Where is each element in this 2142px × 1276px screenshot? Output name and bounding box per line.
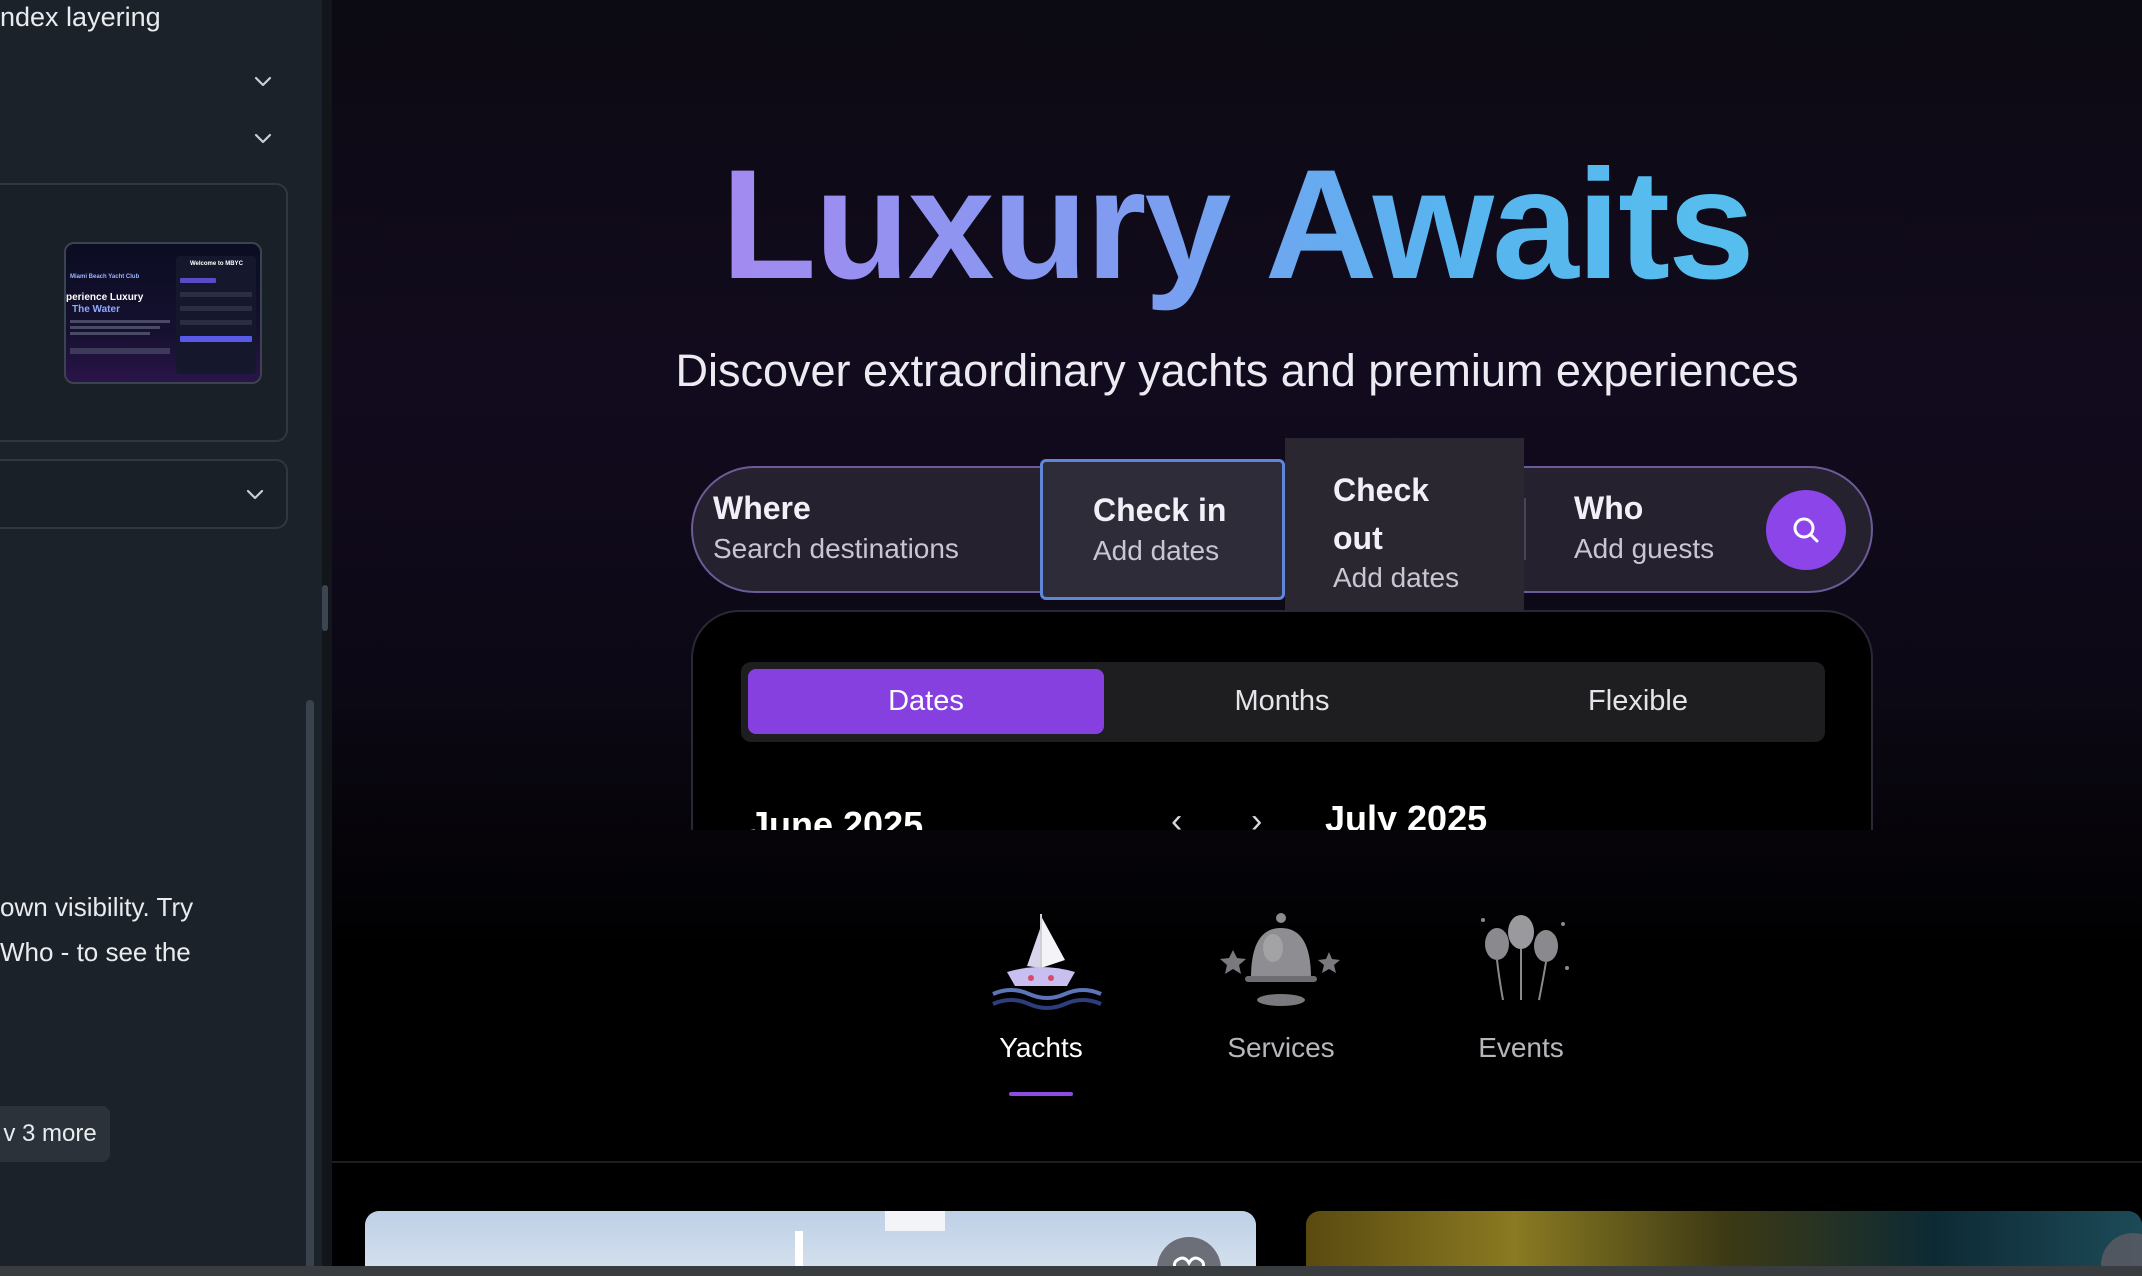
resize-handle[interactable] (322, 585, 328, 631)
sidebar-select[interactable] (0, 459, 288, 529)
month-title-right: July 2025 (1325, 798, 1488, 830)
service-bell-icon (1211, 908, 1351, 1018)
check-out-field[interactable]: Check out Add dates (1285, 438, 1524, 611)
next-month-button[interactable]: › (1251, 802, 1262, 830)
tab-dates[interactable]: Dates (748, 669, 1104, 734)
date-mode-tabs: Dates Months Flexible (741, 662, 1825, 742)
prev-month-button[interactable]: ‹ (1171, 802, 1182, 830)
category-events[interactable]: Events (1441, 908, 1601, 1064)
helper-text-line: own visibility. Try (0, 892, 194, 922)
category-services[interactable]: Services (1201, 908, 1361, 1064)
category-yachts[interactable]: Yachts (961, 908, 1121, 1064)
search-icon (1793, 517, 1819, 543)
hero-subtitle: Discover extraordinary yachts and premiu… (675, 345, 1799, 396)
active-category-indicator (1009, 1092, 1073, 1096)
where-placeholder: Search destinations (713, 533, 959, 564)
chevron-down-icon[interactable] (244, 483, 266, 505)
check-in-placeholder: Add dates (1093, 535, 1220, 566)
page-thumbnail[interactable]: Miami Beach Yacht Club perience Luxury T… (64, 242, 262, 384)
sidebar: ndex layering Miami Beach Yacht Club per… (0, 0, 322, 1276)
thumbnail-panel-title: Welcome to MBYC (190, 261, 243, 267)
thumbnail-headline-accent: The Water (72, 304, 120, 315)
check-out-label: out (1333, 520, 1383, 556)
check-out-placeholder: Add dates (1333, 562, 1460, 593)
balloons-icon (1451, 908, 1591, 1018)
hero-title: Luxury Awaits (721, 138, 1755, 312)
chevron-down-icon[interactable] (252, 70, 274, 92)
where-label: Where (713, 490, 811, 526)
tab-months[interactable]: Months (1104, 669, 1460, 734)
thumbnail-headline: perience Luxury (66, 292, 144, 303)
preview-card[interactable]: Miami Beach Yacht Club perience Luxury T… (0, 183, 288, 442)
field-divider (1524, 498, 1526, 560)
who-placeholder: Add guests (1574, 533, 1715, 564)
helper-text-line: Who - to see the (0, 937, 191, 967)
sidebar-scrollbar[interactable] (306, 700, 314, 1270)
search-button[interactable] (1766, 490, 1846, 570)
category-label: Events (1478, 1032, 1564, 1063)
check-in-label: Check in (1093, 492, 1227, 528)
main-content: Luxury Awaits Discover extraordinary yac… (332, 0, 2142, 1276)
show-more-button[interactable]: v 3 more (0, 1106, 110, 1162)
sailboat-icon (971, 908, 1111, 1018)
category-label: Services (1227, 1032, 1335, 1063)
thumbnail-brand: Miami Beach Yacht Club (70, 274, 140, 280)
check-in-field[interactable]: Check in Add dates (1040, 459, 1285, 600)
date-picker-panel: Dates Months Flexible June 2025 ‹ › July… (691, 610, 1873, 830)
check-out-label: Check (1333, 472, 1430, 508)
window-bottom-edge (0, 1266, 2142, 1276)
section-divider (332, 1161, 2142, 1163)
month-title-left: June 2025 (749, 804, 924, 830)
sidebar-border (322, 0, 332, 1276)
tab-flexible[interactable]: Flexible (1460, 669, 1816, 734)
who-label: Who (1574, 490, 1644, 526)
who-field[interactable]: Who Add guests (1574, 490, 1714, 565)
thumbnail-panel: Welcome to MBYC (176, 256, 256, 374)
category-label: Yachts (999, 1032, 1083, 1063)
chevron-down-icon[interactable] (252, 127, 274, 149)
where-field[interactable]: Where Search destinations (713, 490, 959, 565)
sidebar-header: ndex layering (0, 2, 161, 32)
